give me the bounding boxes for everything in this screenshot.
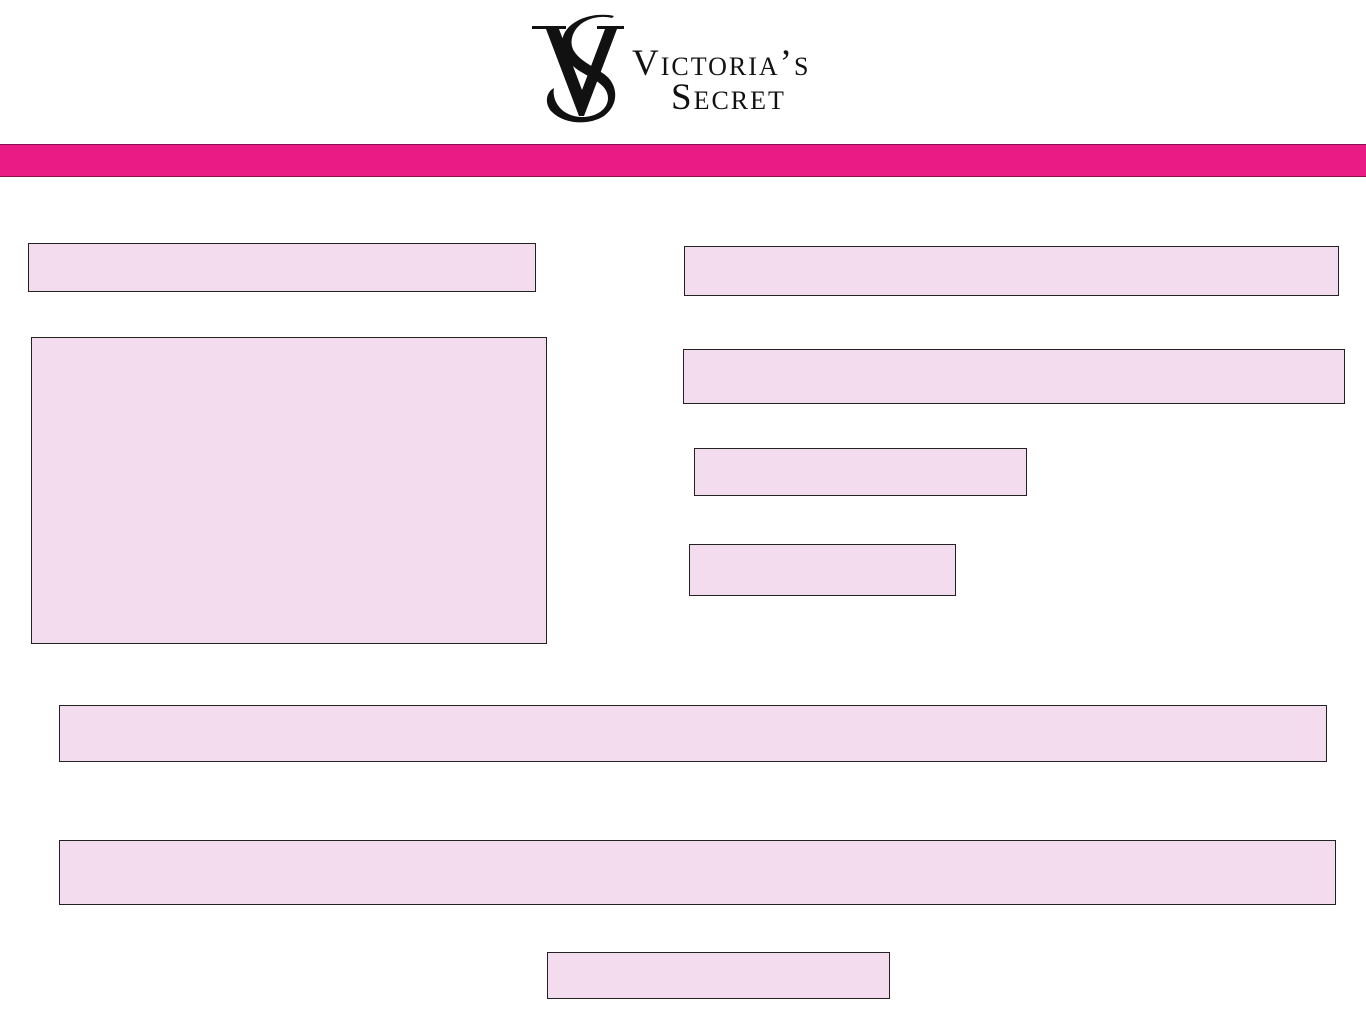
vs-monogram-icon: Victoria’s Secret xyxy=(532,14,808,123)
placeholder-block-right-3 xyxy=(694,448,1027,496)
header-accent-bar xyxy=(0,144,1366,177)
placeholder-block-right-2 xyxy=(683,349,1345,404)
placeholder-block-bottom-center xyxy=(547,952,890,999)
placeholder-image-left xyxy=(31,337,547,644)
placeholder-block-right-1 xyxy=(684,246,1339,296)
placeholder-block-top-left xyxy=(28,243,536,292)
placeholder-block-wide-1 xyxy=(59,705,1327,762)
placeholder-block-right-4 xyxy=(689,544,956,596)
logo-text-secret: Secret xyxy=(671,77,786,118)
placeholder-block-wide-2 xyxy=(59,840,1336,905)
victorias-secret-logo[interactable]: Victoria’s Secret xyxy=(528,12,848,132)
